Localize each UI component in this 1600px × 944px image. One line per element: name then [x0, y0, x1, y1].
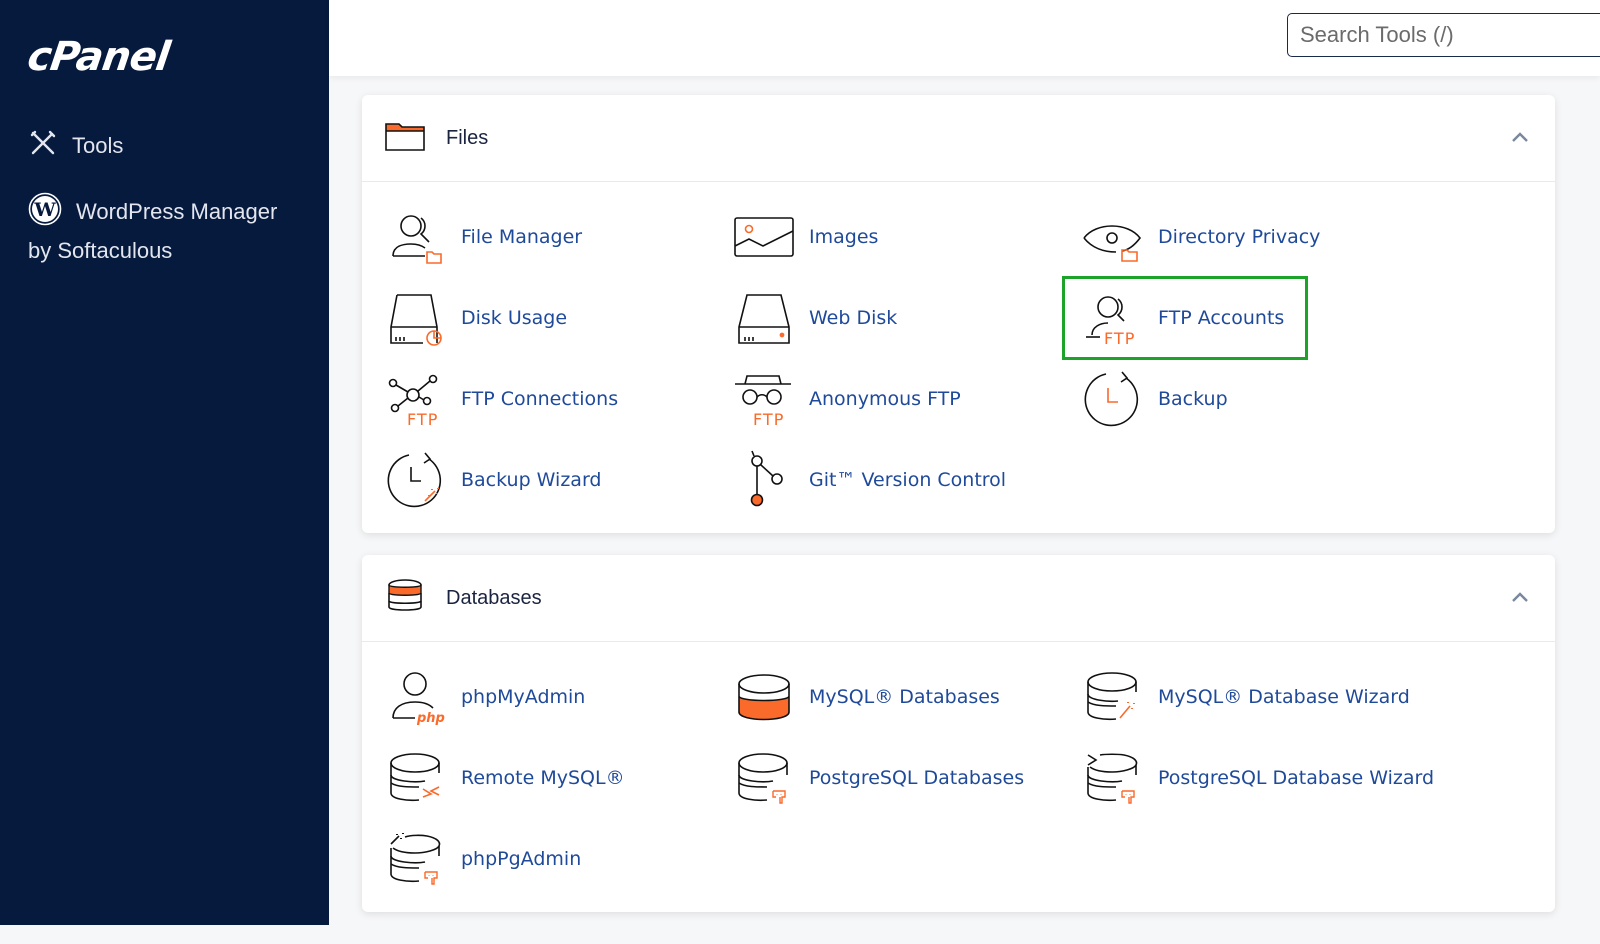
tool-postgresql-database-wizard[interactable]: PostgreSQL Database Wizard	[1082, 747, 1434, 809]
tool-directory-privacy[interactable]: Directory Privacy	[1082, 206, 1320, 268]
tool-mysql-database-wizard[interactable]: MySQL® Database Wizard	[1082, 666, 1410, 728]
tool-label: FTP Connections	[461, 388, 619, 410]
tool-label: Git™ Version Control	[809, 469, 1007, 491]
directory-privacy-icon	[1082, 206, 1144, 268]
tool-label: Web Disk	[809, 307, 898, 329]
mysql-databases-icon	[733, 666, 795, 728]
chevron-up-icon[interactable]	[1509, 587, 1531, 609]
page-background	[0, 925, 329, 944]
tool-label: File Manager	[461, 226, 583, 248]
cpanel-logo[interactable]: cPanel	[25, 34, 172, 80]
tool-images[interactable]: Images	[733, 206, 878, 268]
tool-backup-wizard[interactable]: Backup Wizard	[385, 449, 602, 511]
tool-phpmyadmin[interactable]: php phpMyAdmin	[385, 666, 585, 728]
images-icon	[733, 206, 795, 268]
svg-text:FTP: FTP	[753, 410, 784, 428]
sidebar-item-wordpress-manager[interactable]: W WordPress Manager	[28, 192, 277, 232]
tool-label: Backup Wizard	[461, 469, 602, 491]
tool-web-disk[interactable]: Web Disk	[733, 287, 897, 349]
sidebar-item-label: WordPress Manager	[76, 199, 278, 224]
chevron-up-icon[interactable]	[1509, 127, 1531, 149]
tool-file-manager[interactable]: File Manager	[385, 206, 582, 268]
tool-anonymous-ftp[interactable]: FTP Anonymous FTP	[733, 368, 961, 430]
tool-label: Disk Usage	[461, 307, 568, 329]
database-icon	[384, 578, 426, 619]
tool-git-version-control[interactable]: Git™ Version Control	[733, 449, 1006, 511]
disk-usage-icon	[385, 287, 447, 349]
tool-label: phpPgAdmin	[461, 848, 582, 870]
tool-label: PostgreSQL Databases	[809, 767, 1025, 789]
svg-text:FTP: FTP	[407, 410, 438, 428]
tool-label: MySQL® Database Wizard	[1158, 686, 1410, 708]
section-title: Files	[446, 126, 489, 149]
backup-wizard-icon	[385, 449, 447, 511]
sidebar-item-label: Tools	[72, 133, 124, 158]
tool-label: FTP Accounts	[1158, 307, 1285, 329]
phpmyadmin-icon: php	[385, 666, 447, 728]
tool-label: MySQL® Databases	[809, 686, 1000, 708]
sidebar-item-sublabel[interactable]: by Softaculous	[28, 238, 172, 264]
tool-label: Anonymous FTP	[809, 388, 961, 410]
tool-remote-mysql[interactable]: Remote MySQL®	[385, 747, 625, 809]
mysql-wizard-icon	[1082, 666, 1144, 728]
folder-icon	[384, 120, 426, 157]
sidebar: cPanel Tools W WordPress Manager by Soft…	[0, 0, 329, 925]
tool-label: Remote MySQL®	[461, 767, 625, 789]
wordpress-icon: W	[28, 192, 62, 232]
phppgadmin-icon	[385, 828, 447, 890]
tool-postgresql-databases[interactable]: PostgreSQL Databases	[733, 747, 1024, 809]
svg-text:FTP: FTP	[1104, 329, 1135, 347]
svg-text:W: W	[33, 199, 56, 221]
sidebar-item-tools[interactable]: Tools	[28, 128, 123, 164]
tool-phppgadmin[interactable]: phpPgAdmin	[385, 828, 581, 890]
backup-icon	[1082, 368, 1144, 430]
search-tools-input[interactable]	[1287, 13, 1600, 57]
svg-text:php: php	[416, 711, 445, 726]
git-icon	[733, 449, 795, 511]
tools-icon	[28, 128, 58, 164]
anonymous-ftp-icon: FTP	[733, 368, 795, 430]
tool-mysql-databases[interactable]: MySQL® Databases	[733, 666, 1000, 728]
postgresql-databases-icon	[733, 747, 795, 809]
file-manager-icon	[385, 206, 447, 268]
ftp-connections-icon: FTP	[385, 368, 447, 430]
web-disk-icon	[733, 287, 795, 349]
tool-ftp-accounts[interactable]: FTP FTP Accounts	[1082, 287, 1284, 349]
tool-ftp-connections[interactable]: FTP FTP Connections	[385, 368, 618, 430]
tool-label: Images	[809, 226, 879, 248]
section-header-files[interactable]: Files	[362, 95, 1555, 182]
section-header-databases[interactable]: Databases	[362, 555, 1555, 642]
section-title: Databases	[446, 586, 542, 609]
tool-label: phpMyAdmin	[461, 686, 586, 708]
tool-disk-usage[interactable]: Disk Usage	[385, 287, 567, 349]
tool-label: PostgreSQL Database Wizard	[1158, 767, 1435, 789]
tool-label: Directory Privacy	[1158, 226, 1321, 248]
postgresql-wizard-icon	[1082, 747, 1144, 809]
tool-backup[interactable]: Backup	[1082, 368, 1228, 430]
ftp-accounts-icon: FTP	[1082, 287, 1144, 349]
tool-label: Backup	[1158, 388, 1228, 410]
remote-mysql-icon	[385, 747, 447, 809]
